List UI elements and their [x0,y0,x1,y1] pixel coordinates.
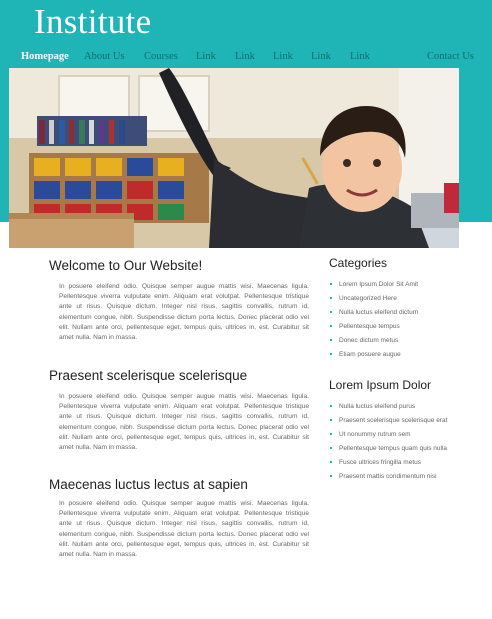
nav-item-link-3[interactable]: Link [273,51,293,62]
category-link[interactable]: Etiam posuere augue [329,350,464,359]
list-item-label: Uncategorized Here [339,295,397,302]
hero-image [9,68,459,248]
lorem-ipsum-list: Nulla luctus eleifend purus Praesent sce… [329,402,464,486]
category-link[interactable]: Nulla luctus eleifend dictum [329,308,464,317]
category-link[interactable]: Lorem Ipsum Dolor Sit Amit [329,280,464,289]
bullet-icon [330,339,332,341]
article-body: In posuere eleifend odio. Quisque semper… [59,500,309,559]
article-body: In posuere eleifend odio. Quisque semper… [59,393,309,452]
category-link[interactable]: Pellentesque tempus [329,322,464,331]
bullet-icon [330,311,332,313]
categories-heading: Categories [329,256,388,270]
list-item-label: Pellentesque tempus [339,323,400,330]
category-link[interactable]: Uncategorized Here [329,294,464,303]
nav-item-courses[interactable]: Courses [144,51,178,62]
categories-list: Lorem Ipsum Dolor Sit Amit Uncategorized… [329,280,464,364]
bullet-icon [330,297,332,299]
nav-item-about-us[interactable]: About Us [84,51,125,62]
list-item-label: Etiam posuere augue [339,351,401,358]
bullet-icon [330,433,332,435]
list-item-label: Nulla luctus eleifend dictum [339,309,419,316]
bullet-icon [330,283,332,285]
article-2: Praesent scelerisque scelerisque In posu… [49,368,309,451]
nav-item-link-4[interactable]: Link [311,51,331,62]
nav-item-link-5[interactable]: Link [350,51,370,62]
sidebar-link[interactable]: Praesent scelerisque scelerisque erat [329,416,464,425]
bullet-icon [330,419,332,421]
bullet-icon [330,475,332,477]
nav-item-homepage[interactable]: Homepage [21,51,69,62]
classroom-photo [9,68,459,248]
bullet-icon [330,405,332,407]
list-item-label: Praesent mattis condimentum nisi [339,473,437,480]
sidebar-link[interactable]: Nulla luctus eleifend purus [329,402,464,411]
bullet-icon [330,447,332,449]
sidebar-link[interactable]: Fusce ultrices fringilla metus [329,458,464,467]
sidebar-link[interactable]: Ut nonummy rutrum sem [329,430,464,439]
nav-item-link-2[interactable]: Link [235,51,255,62]
article-title: Welcome to Our Website! [49,258,203,273]
bullet-icon [330,353,332,355]
sidebar-link[interactable]: Praesent mattis condimentum nisi [329,472,464,481]
list-item-label: Nulla luctus eleifend purus [339,403,416,410]
lorem-ipsum-heading: Lorem Ipsum Dolor [329,378,432,392]
nav-item-contact-us[interactable]: Contact Us [427,51,474,62]
main-nav: Homepage About Us Courses Link Link Link… [0,51,492,67]
nav-item-link-1[interactable]: Link [196,51,216,62]
list-item-label: Pellentesque tempus quam quis nulla [339,445,448,452]
list-item-label: Lorem Ipsum Dolor Sit Amit [339,281,419,288]
list-item-label: Fusce ultrices fringilla metus [339,459,421,466]
article-1: Welcome to Our Website! In posuere eleif… [49,258,309,341]
category-link[interactable]: Donec dictum metus [329,336,464,345]
article-title: Praesent scelerisque scelerisque [49,368,248,383]
list-item-label: Ut nonummy rutrum sem [339,431,411,438]
sidebar-link[interactable]: Pellentesque tempus quam quis nulla [329,444,464,453]
article-body: In posuere eleifend odio. Quisque semper… [59,283,309,342]
bullet-icon [330,325,332,327]
article-3: Maecenas luctus lectus at sapien In posu… [49,477,309,558]
bullet-icon [330,461,332,463]
site-title[interactable]: Institute [34,2,151,42]
list-item-label: Praesent scelerisque scelerisque erat [339,417,448,424]
article-title: Maecenas luctus lectus at sapien [49,477,248,492]
list-item-label: Donec dictum metus [339,337,399,344]
